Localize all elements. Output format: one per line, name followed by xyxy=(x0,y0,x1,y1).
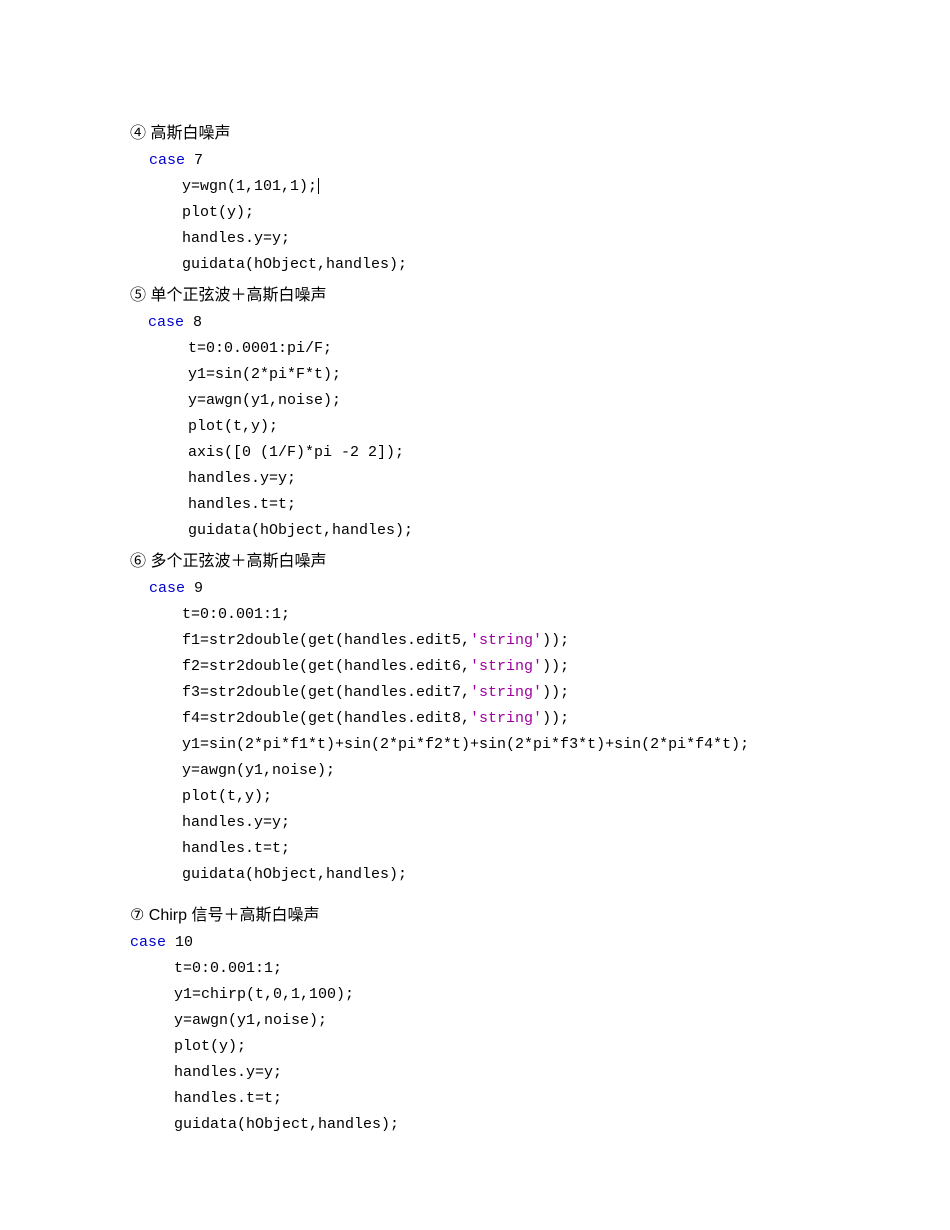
code-line: y=awgn(y1,noise); xyxy=(130,1008,820,1034)
code-line: f3=str2double(get(handles.edit7,'string'… xyxy=(130,680,820,706)
section-4: ④ 高斯白噪声 case 7 y=wgn(1,101,1); plot(y); … xyxy=(130,120,820,278)
code-line: t=0:0.0001:pi/F; xyxy=(130,336,820,362)
code-line: t=0:0.001:1; xyxy=(130,602,820,628)
code-line: plot(y); xyxy=(130,1034,820,1060)
section-7-heading: ⑦ Chirp 信号＋高斯白噪声 xyxy=(130,902,820,930)
keyword-case: case xyxy=(148,314,184,331)
document-page: ④ 高斯白噪声 case 7 y=wgn(1,101,1); plot(y); … xyxy=(0,0,950,1230)
code-line: t=0:0.001:1; xyxy=(130,956,820,982)
code-line: y=awgn(y1,noise); xyxy=(130,758,820,784)
code-line: guidata(hObject,handles); xyxy=(130,518,820,544)
code-line: guidata(hObject,handles); xyxy=(130,252,820,278)
keyword-case: case xyxy=(130,934,166,951)
section-6: ⑥ 多个正弦波＋高斯白噪声 case 9 t=0:0.001:1; f1=str… xyxy=(130,548,820,888)
code-line: handles.y=y; xyxy=(130,1060,820,1086)
case-10-line: case 10 xyxy=(130,930,820,956)
code-line: y=awgn(y1,noise); xyxy=(130,388,820,414)
section-7: ⑦ Chirp 信号＋高斯白噪声 case 10 t=0:0.001:1; y1… xyxy=(130,902,820,1138)
section-4-heading: ④ 高斯白噪声 xyxy=(130,120,820,148)
code-line: handles.t=t; xyxy=(130,1086,820,1112)
code-line: handles.t=t; xyxy=(130,836,820,862)
code-line: guidata(hObject,handles); xyxy=(130,862,820,888)
case-9-line: case 9 xyxy=(130,576,820,602)
string-literal: 'string' xyxy=(470,658,542,675)
code-line: handles.t=t; xyxy=(130,492,820,518)
code-line: plot(y); xyxy=(130,200,820,226)
case-8-number: 8 xyxy=(184,314,202,331)
code-line: f2=str2double(get(handles.edit6,'string'… xyxy=(130,654,820,680)
case-10-number: 10 xyxy=(166,934,193,951)
string-literal: 'string' xyxy=(470,632,542,649)
keyword-case: case xyxy=(149,152,185,169)
text-cursor xyxy=(318,178,319,194)
code-line: guidata(hObject,handles); xyxy=(130,1112,820,1138)
code-line: handles.y=y; xyxy=(130,226,820,252)
section-6-heading: ⑥ 多个正弦波＋高斯白噪声 xyxy=(130,548,820,576)
case-7-line: case 7 xyxy=(130,148,820,174)
code-line: f1=str2double(get(handles.edit5,'string'… xyxy=(130,628,820,654)
case-8-line: case 8 xyxy=(130,310,820,336)
spacer xyxy=(130,892,820,902)
string-literal: 'string' xyxy=(470,684,542,701)
code-line: y1=chirp(t,0,1,100); xyxy=(130,982,820,1008)
code-line: plot(t,y); xyxy=(130,414,820,440)
code-line: y=wgn(1,101,1); xyxy=(130,174,820,200)
code-line: handles.y=y; xyxy=(130,466,820,492)
code-line: plot(t,y); xyxy=(130,784,820,810)
code-line: y1=sin(2*pi*F*t); xyxy=(130,362,820,388)
string-literal: 'string' xyxy=(470,710,542,727)
case-7-number: 7 xyxy=(185,152,203,169)
keyword-case: case xyxy=(149,580,185,597)
section-5-heading: ⑤ 单个正弦波＋高斯白噪声 xyxy=(130,282,820,310)
section-5: ⑤ 单个正弦波＋高斯白噪声 case 8 t=0:0.0001:pi/F; y1… xyxy=(130,282,820,544)
case-9-number: 9 xyxy=(185,580,203,597)
code-line: y1=sin(2*pi*f1*t)+sin(2*pi*f2*t)+sin(2*p… xyxy=(130,732,820,758)
code-line: f4=str2double(get(handles.edit8,'string'… xyxy=(130,706,820,732)
code-line: handles.y=y; xyxy=(130,810,820,836)
code-line: axis([0 (1/F)*pi -2 2]); xyxy=(130,440,820,466)
